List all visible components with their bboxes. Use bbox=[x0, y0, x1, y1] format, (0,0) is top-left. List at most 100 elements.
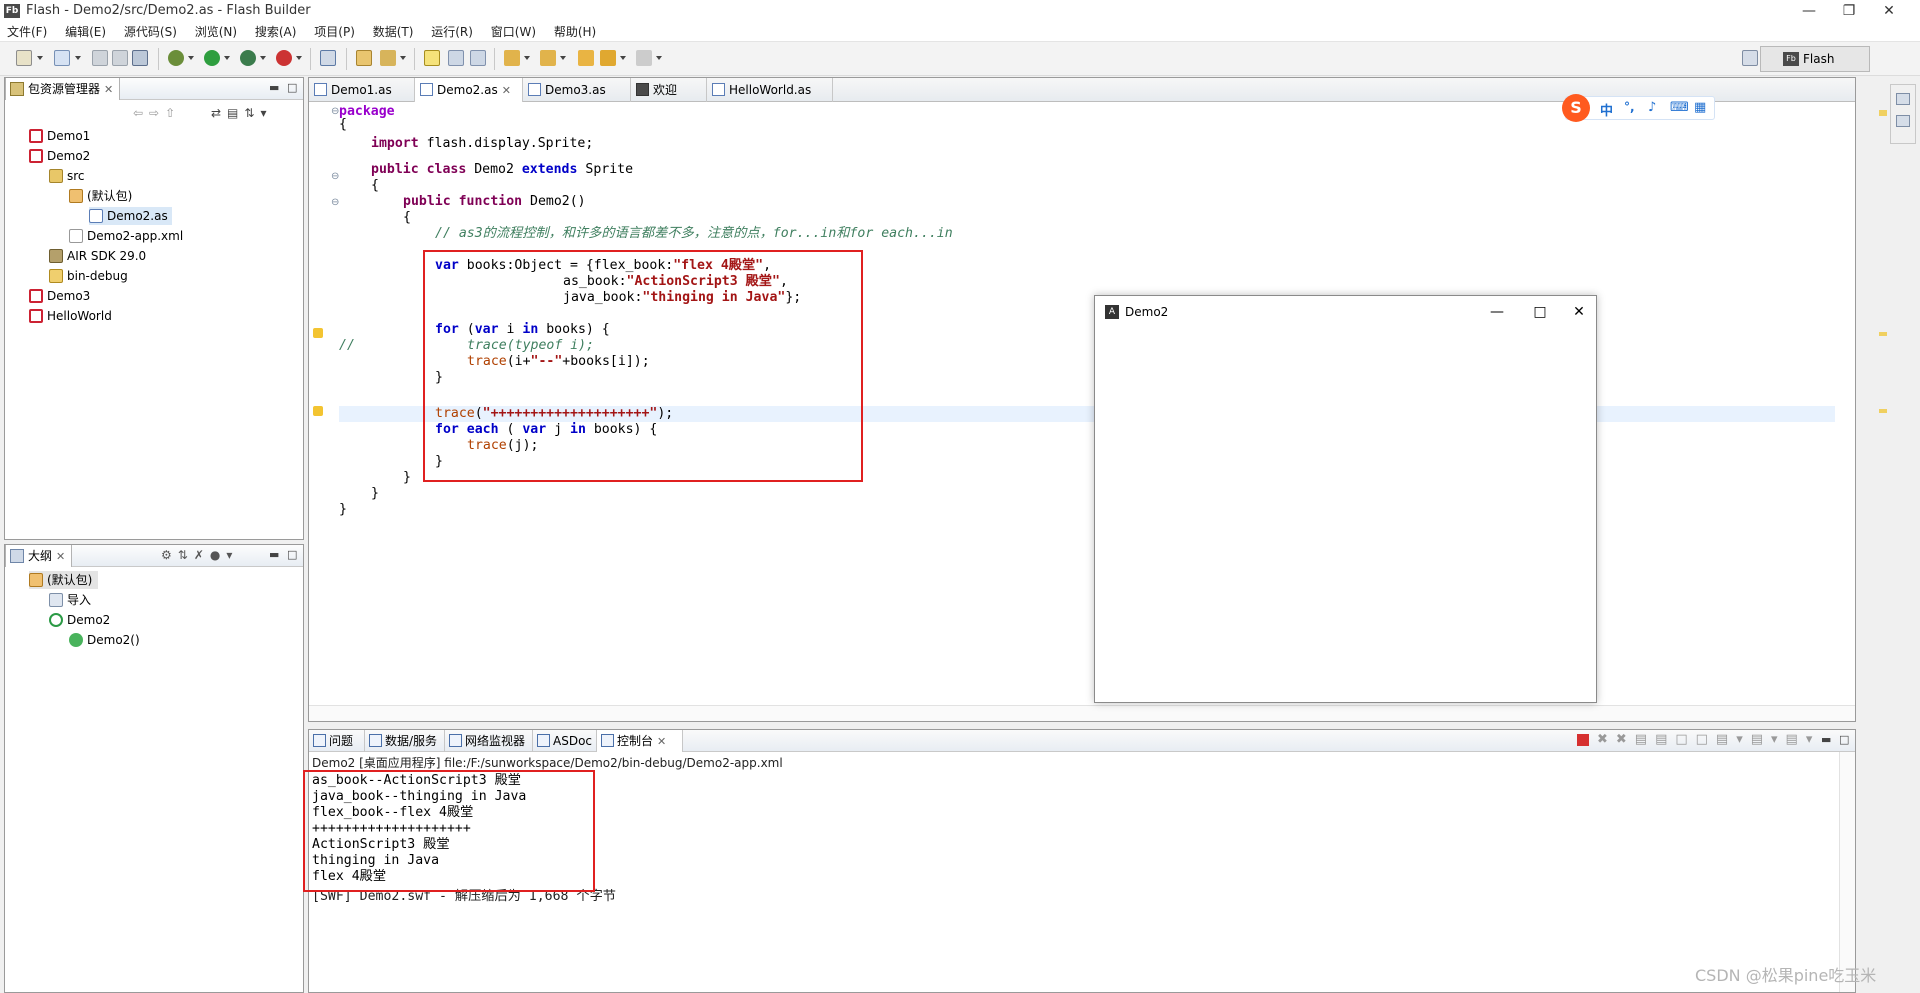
minimize-icon[interactable]: ▬ bbox=[269, 81, 279, 94]
tab-label: 网络监视器 bbox=[465, 734, 526, 748]
ime-punct-label[interactable]: °, bbox=[1624, 100, 1635, 114]
outline-item-constructor[interactable]: Demo2() bbox=[69, 631, 140, 649]
block-selection-icon[interactable] bbox=[448, 50, 464, 66]
menu-edit[interactable]: 编辑(E) bbox=[58, 22, 113, 42]
tab-welcome[interactable]: 欢迎 bbox=[631, 78, 707, 102]
overview-marker[interactable] bbox=[1879, 332, 1887, 336]
ime-toolbar[interactable]: S 中 °, ♪ ⌨ ▦ bbox=[1562, 94, 1715, 122]
next-annotation-icon[interactable] bbox=[504, 50, 520, 66]
flash-perspective-button[interactable]: Fb Flash bbox=[1760, 46, 1870, 72]
tab-label: Demo1.as bbox=[331, 83, 392, 97]
close-button[interactable]: ✕ bbox=[1559, 301, 1599, 323]
menu-help[interactable]: 帮助(H) bbox=[547, 22, 603, 42]
demo2-app-window[interactable]: A Demo2 — □ ✕ bbox=[1094, 295, 1597, 703]
tree-item-default-package[interactable]: (默认包) bbox=[69, 187, 132, 205]
print-icon[interactable] bbox=[132, 50, 148, 66]
explorer-nav-icons[interactable]: ⇦⇨⇧ bbox=[133, 106, 181, 120]
outline-item-imports[interactable]: 导入 bbox=[49, 591, 91, 609]
tab-demo3-as[interactable]: Demo3.as bbox=[523, 78, 631, 102]
close-icon[interactable]: ✕ bbox=[502, 84, 511, 97]
maximize-icon[interactable]: □ bbox=[287, 81, 297, 94]
tab-package-explorer[interactable]: 包资源管理器 ✕ bbox=[5, 78, 121, 100]
show-whitespace-icon[interactable] bbox=[470, 50, 486, 66]
back-icon[interactable] bbox=[600, 50, 616, 66]
menu-data[interactable]: 数据(T) bbox=[366, 22, 421, 42]
external-tools-icon[interactable] bbox=[276, 50, 292, 66]
explorer-tool-icons[interactable]: ⇄▤⇅▾ bbox=[211, 106, 272, 120]
tree-item-helloworld[interactable]: HelloWorld bbox=[29, 307, 112, 325]
mark-occurrences-icon[interactable] bbox=[424, 50, 440, 66]
menu-project[interactable]: 项目(P) bbox=[307, 22, 362, 42]
watermark: CSDN @松果pine吃玉米 bbox=[1695, 966, 1877, 985]
tab-demo2-as[interactable]: Demo2.as ✕ bbox=[415, 78, 523, 102]
minimize-icon[interactable]: ▬ bbox=[269, 548, 279, 561]
save-all-icon[interactable] bbox=[112, 50, 128, 66]
tab-demo1-as[interactable]: Demo1.as bbox=[309, 78, 415, 102]
save-icon[interactable] bbox=[92, 50, 108, 66]
previous-annotation-icon[interactable] bbox=[540, 50, 556, 66]
code-area[interactable]: package { import flash.display.Sprite; p… bbox=[339, 104, 1835, 703]
menu-run[interactable]: 运行(R) bbox=[424, 22, 480, 42]
overview-marker[interactable] bbox=[1879, 110, 1887, 116]
warning-icon[interactable] bbox=[313, 406, 323, 416]
close-icon[interactable]: ✕ bbox=[56, 550, 65, 563]
warning-icon[interactable] bbox=[313, 328, 323, 338]
close-button[interactable]: ✕ bbox=[1866, 0, 1912, 22]
tree-label: Demo1 bbox=[47, 129, 91, 143]
vertical-scrollbar[interactable] bbox=[1839, 752, 1855, 992]
ime-lang-label[interactable]: 中 bbox=[1600, 100, 1613, 119]
app-window-titlebar[interactable]: A Demo2 — □ ✕ bbox=[1095, 296, 1596, 328]
tab-asdoc[interactable]: ASDoc bbox=[533, 730, 597, 752]
search-icon[interactable] bbox=[380, 50, 396, 66]
keyboard-icon[interactable]: ⌨ bbox=[1670, 100, 1689, 115]
menu-file[interactable]: 文件(F) bbox=[0, 22, 54, 42]
terminate-icon[interactable] bbox=[1577, 734, 1589, 746]
open-folder-icon[interactable] bbox=[356, 50, 372, 66]
new-icon[interactable] bbox=[16, 50, 32, 66]
run-icon[interactable] bbox=[204, 50, 220, 66]
outline-tool-icons[interactable]: ⚙⇅✗●▾ bbox=[161, 548, 238, 562]
open-perspective-icon[interactable] bbox=[1742, 50, 1758, 66]
tree-item-demo3[interactable]: Demo3 bbox=[29, 287, 90, 305]
tree-item-air-sdk[interactable]: AIR SDK 29.0 bbox=[49, 247, 146, 265]
forward-icon[interactable] bbox=[636, 50, 652, 66]
menu-source[interactable]: 源代码(S) bbox=[117, 22, 184, 42]
tree-item-demo2-as[interactable]: Demo2.as bbox=[89, 207, 172, 225]
menu-search[interactable]: 搜索(A) bbox=[248, 22, 304, 42]
tab-data-services[interactable]: 数据/服务 bbox=[365, 730, 445, 752]
outline-view-icon[interactable] bbox=[1896, 93, 1910, 105]
tab-network-monitor[interactable]: 网络监视器 bbox=[445, 730, 533, 752]
minimize-icon[interactable]: ▬ bbox=[1821, 733, 1831, 746]
close-icon[interactable]: ✕ bbox=[104, 83, 113, 96]
outline-item-default-package[interactable]: (默认包) bbox=[29, 571, 99, 589]
outline-item-demo2-class[interactable]: Demo2 bbox=[49, 611, 110, 629]
help-view-icon[interactable] bbox=[1896, 115, 1910, 127]
export-release-icon[interactable] bbox=[320, 50, 336, 66]
tab-helloworld-as[interactable]: HelloWorld.as bbox=[707, 78, 833, 102]
tab-outline[interactable]: 大纲 ✕ bbox=[5, 545, 73, 567]
overview-marker[interactable] bbox=[1879, 409, 1887, 413]
last-edit-location-icon[interactable] bbox=[578, 50, 594, 66]
horizontal-scrollbar[interactable] bbox=[309, 705, 1855, 721]
close-icon[interactable]: ✕ bbox=[657, 735, 666, 748]
maximize-icon[interactable]: □ bbox=[287, 548, 297, 561]
tab-problems[interactable]: 问题 bbox=[309, 730, 365, 752]
new-package-icon[interactable] bbox=[54, 50, 70, 66]
microphone-icon[interactable]: ♪ bbox=[1648, 100, 1656, 115]
tree-item-demo1[interactable]: Demo1 bbox=[29, 127, 90, 145]
maximize-icon[interactable]: □ bbox=[1839, 733, 1849, 746]
console-tool-icons[interactable]: ✖✖▤▤□□▤▾▤▾▤▾ bbox=[1597, 732, 1820, 747]
outline-title: 大纲 bbox=[28, 549, 53, 563]
tree-item-demo2-app-xml[interactable]: Demo2-app.xml bbox=[69, 227, 183, 245]
tree-item-bin-debug[interactable]: bin-debug bbox=[49, 267, 128, 285]
grid-icon[interactable]: ▦ bbox=[1694, 100, 1706, 115]
debug-icon[interactable] bbox=[168, 50, 184, 66]
menu-window[interactable]: 窗口(W) bbox=[484, 22, 543, 42]
maximize-button[interactable]: □ bbox=[1520, 301, 1560, 323]
minimize-button[interactable]: — bbox=[1477, 301, 1517, 323]
tree-item-src[interactable]: src bbox=[49, 167, 85, 185]
menu-navigate[interactable]: 浏览(N) bbox=[188, 22, 244, 42]
profile-icon[interactable] bbox=[240, 50, 256, 66]
tab-console[interactable]: 控制台 ✕ bbox=[597, 730, 683, 752]
tree-item-demo2[interactable]: Demo2 bbox=[29, 147, 90, 165]
